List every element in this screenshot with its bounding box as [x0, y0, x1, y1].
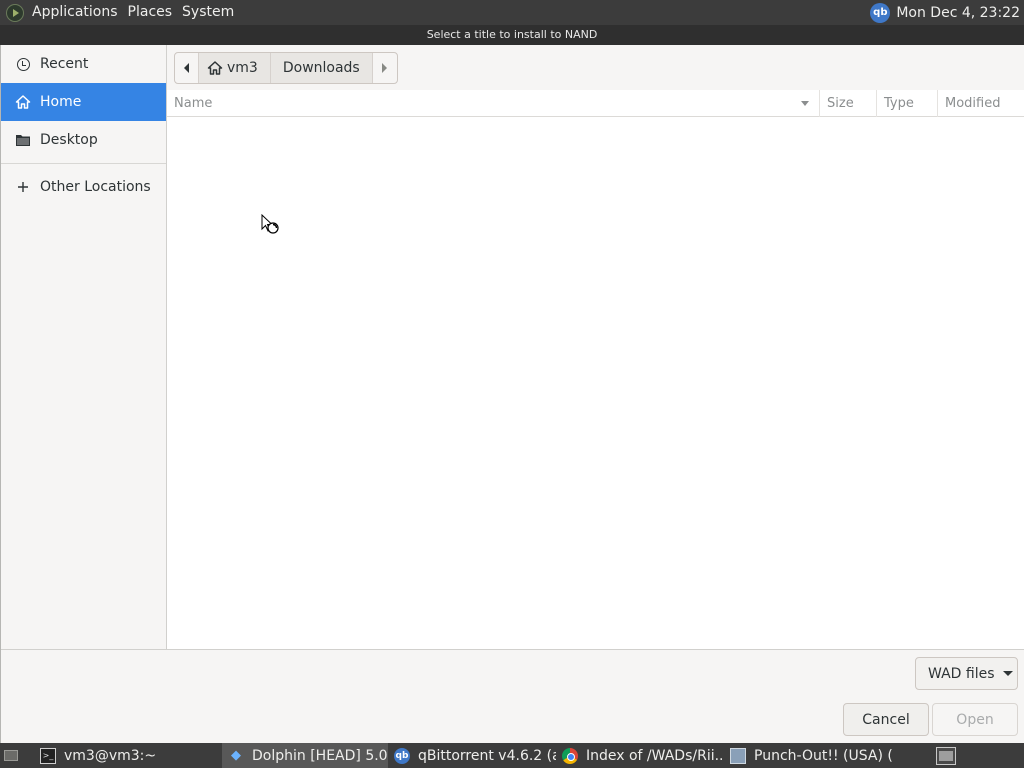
taskbar-item-chrome[interactable]: Index of /WADs/Rii... [556, 743, 724, 768]
open-button[interactable]: Open [932, 703, 1018, 736]
sidebar-item-label: Other Locations [40, 179, 151, 195]
sidebar-item-desktop[interactable]: Desktop [1, 121, 166, 159]
sidebar-separator [1, 163, 166, 164]
workspace-icon [936, 746, 956, 765]
path-back-button[interactable] [175, 53, 199, 83]
column-header-label: Name [174, 96, 213, 111]
sidebar-item-label: Desktop [40, 132, 98, 148]
column-header-size[interactable]: Size [819, 90, 876, 117]
qbittorrent-icon: qb [394, 747, 410, 764]
taskbar-item-label: Punch-Out!! (USA) (... [754, 747, 892, 764]
path-segment-home[interactable]: vm3 [199, 53, 271, 83]
dialog-action-area: WAD files Cancel Open [1, 649, 1024, 743]
column-header-type[interactable]: Type [876, 90, 937, 117]
sidebar-item-other-locations[interactable]: Other Locations [1, 168, 166, 206]
clock-icon [15, 56, 31, 72]
menu-places[interactable]: Places [126, 0, 181, 25]
chevron-right-icon [382, 63, 388, 73]
places-sidebar: Recent Home Desktop Other Locations [1, 45, 167, 649]
path-segment-label: vm3 [227, 60, 258, 76]
file-list-header: Name Size Type Modified [167, 90, 1024, 117]
sidebar-item-home[interactable]: Home [1, 83, 166, 121]
file-chooser-dialog: Recent Home Desktop Other Locations vm3 … [0, 45, 1024, 743]
workspace-switcher[interactable] [934, 745, 958, 767]
taskbar-item-punchout[interactable]: Punch-Out!! (USA) (... [724, 743, 892, 768]
file-filter-dropdown[interactable]: WAD files [915, 657, 1018, 690]
terminal-icon: >_ [40, 747, 56, 764]
column-header-label: Type [884, 96, 914, 111]
applications-logo-icon[interactable] [6, 3, 24, 22]
show-desktop-button[interactable] [0, 743, 22, 768]
column-header-label: Modified [945, 96, 1001, 111]
sidebar-item-recent[interactable]: Recent [1, 45, 166, 83]
taskbar-item-label: qBittorrent v4.6.2 (a... [418, 747, 556, 764]
app-window-icon [730, 747, 746, 764]
dialog-title: Select a title to install to NAND [426, 28, 598, 41]
pathbar-area: vm3 Downloads [167, 45, 1024, 90]
bottom-taskbar: >_ vm3@vm3:~ ◆ Dolphin [HEAD] 5.0... qb … [0, 743, 1024, 768]
chevron-down-icon [1002, 671, 1013, 676]
column-header-modified[interactable]: Modified [937, 90, 1024, 117]
menu-applications[interactable]: Applications [30, 0, 126, 25]
chevron-left-icon [184, 63, 189, 73]
dialog-titlebar[interactable]: Select a title to install to NAND [0, 25, 1024, 45]
panel-clock[interactable]: Mon Dec 4, 23:22 [896, 5, 1020, 21]
top-panel: Applications Places System qb Mon Dec 4,… [0, 0, 1024, 25]
panel-tray: qb Mon Dec 4, 23:22 [870, 2, 1024, 23]
folder-icon [15, 132, 31, 148]
file-list[interactable] [167, 117, 1024, 649]
file-browser-pane: vm3 Downloads Name Size Type Modified [167, 45, 1024, 649]
path-segment-label: Downloads [282, 60, 360, 76]
breadcrumb: vm3 Downloads [174, 52, 398, 84]
taskbar-item-qbittorrent[interactable]: qb qBittorrent v4.6.2 (a... [388, 743, 556, 768]
taskbar-item-label: Dolphin [HEAD] 5.0... [252, 747, 388, 764]
taskbar-item-dolphin[interactable]: ◆ Dolphin [HEAD] 5.0... [222, 743, 388, 768]
show-desktop-icon [4, 750, 18, 761]
qbittorrent-tray-icon[interactable]: qb [870, 2, 891, 23]
path-segment-downloads[interactable]: Downloads [270, 53, 373, 83]
dolphin-icon: ◆ [231, 748, 241, 763]
cancel-button[interactable]: Cancel [843, 703, 929, 736]
taskbar-item-label: vm3@vm3:~ [64, 747, 157, 764]
menu-system[interactable]: System [180, 0, 242, 25]
path-forward-button[interactable] [373, 53, 397, 83]
column-header-label: Size [827, 96, 854, 111]
column-header-name[interactable]: Name [167, 90, 819, 117]
sort-descending-icon [801, 101, 809, 106]
taskbar-item-terminal[interactable]: >_ vm3@vm3:~ [34, 743, 196, 768]
chrome-icon [562, 747, 578, 764]
sidebar-item-label: Home [40, 94, 82, 110]
mouse-cursor-icon [261, 214, 279, 234]
home-icon [207, 60, 223, 76]
panel-menus: Applications Places System [0, 0, 242, 25]
home-icon [15, 94, 31, 110]
sidebar-item-label: Recent [40, 56, 89, 72]
taskbar-item-label: Index of /WADs/Rii... [586, 747, 724, 764]
file-filter-value: WAD files [928, 665, 995, 682]
plus-icon [15, 179, 31, 195]
